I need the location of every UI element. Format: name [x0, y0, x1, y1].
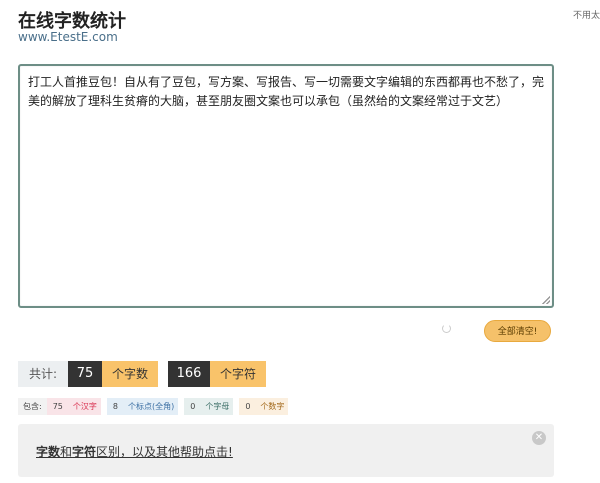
close-icon[interactable]: ✕: [532, 431, 546, 445]
detail-count: 0: [190, 402, 196, 411]
detail-chip-hanzi: 75 个汉字: [46, 398, 101, 415]
editor-text: 打工人首推豆包！自从有了豆包，写方案、写报告、写一切需要文字编辑的东西都再也不愁…: [28, 75, 545, 108]
site-url[interactable]: www.EtestE.com: [18, 30, 118, 44]
char-count: 75: [68, 361, 102, 387]
resize-handle-icon[interactable]: [542, 296, 550, 304]
symbol-count: 166: [168, 361, 210, 387]
text-input-area[interactable]: 打工人首推豆包！自从有了豆包，写方案、写报告、写一切需要文字编辑的东西都再也不愁…: [18, 64, 554, 308]
detail-unit: 个汉字: [72, 402, 97, 411]
detail-chip-letters: 0 个字母: [184, 398, 234, 415]
detail-prefix: 包含:: [18, 398, 47, 415]
char-count-unit: 个字数: [102, 361, 158, 387]
detail-unit: 个标点(全角): [127, 402, 175, 411]
help-and: 和: [60, 445, 73, 459]
help-term-chars: 字数: [36, 445, 61, 459]
symbol-count-unit: 个字符: [210, 361, 266, 387]
top-right-text: 不用太: [572, 11, 600, 21]
detail-count: 0: [245, 402, 251, 411]
detail-breakdown: 包含: 75 个汉字 8 个标点(全角) 0 个字母 0 个数字: [18, 398, 289, 415]
detail-count: 75: [52, 402, 63, 411]
total-summary: 共计: 75 个字数 166 个字符: [18, 361, 266, 387]
detail-chip-punct: 8 个标点(全角): [106, 398, 179, 415]
help-link[interactable]: 字数和字符区别，以及其他帮助点击!: [36, 443, 233, 460]
help-panel: 字数和字符区别，以及其他帮助点击! ✕: [18, 424, 554, 477]
detail-unit: 个字母: [205, 402, 230, 411]
help-rest: 区别，以及其他帮助点击!: [96, 445, 233, 459]
clear-all-button[interactable]: 全部清空!: [484, 320, 551, 342]
detail-unit: 个数字: [260, 402, 285, 411]
detail-count: 8: [112, 402, 118, 411]
detail-chip-digits: 0 个数字: [239, 398, 289, 415]
total-label: 共计:: [18, 361, 68, 387]
loading-spinner-icon: [442, 324, 451, 333]
help-term-symbols: 字符: [72, 445, 97, 459]
